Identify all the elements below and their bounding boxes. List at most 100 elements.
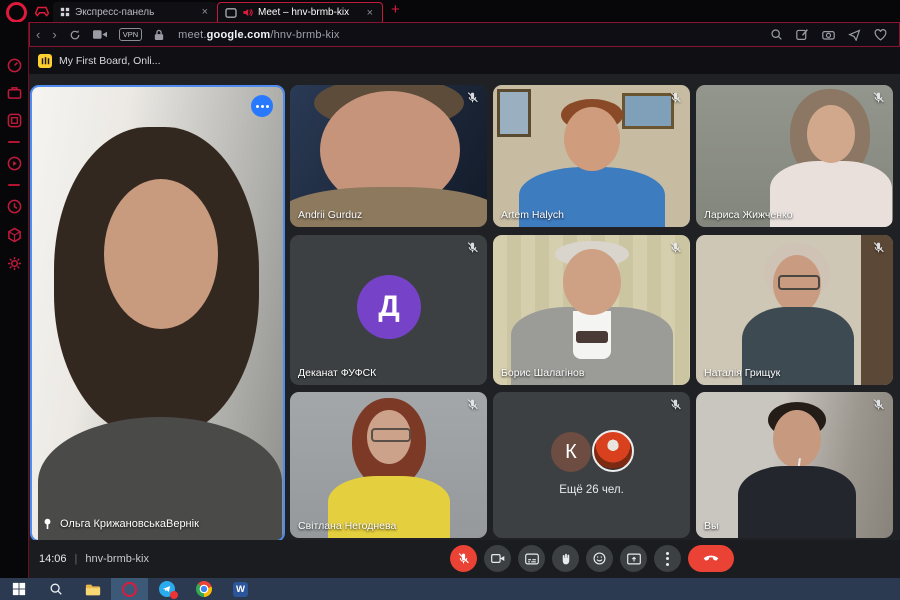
windows-taskbar: W bbox=[0, 578, 900, 600]
more-participants-tile[interactable]: К Ещё 26 чел. bbox=[493, 392, 690, 538]
participant-video bbox=[32, 87, 283, 540]
camera-icon[interactable] bbox=[822, 29, 835, 40]
more-options-button[interactable] bbox=[654, 545, 681, 572]
mic-off-icon bbox=[873, 399, 884, 410]
chrome-taskbar-button[interactable] bbox=[185, 578, 222, 600]
start-button[interactable] bbox=[0, 578, 37, 600]
telegram-taskbar-button[interactable] bbox=[148, 578, 185, 600]
photo-shape bbox=[371, 428, 411, 442]
participant-tile[interactable]: Борис Шалагінов bbox=[493, 235, 690, 385]
participant-name: Світлана Негоднева bbox=[298, 520, 397, 532]
reactions-button[interactable] bbox=[586, 545, 613, 572]
player-icon[interactable] bbox=[7, 156, 22, 171]
camera-icon bbox=[490, 554, 504, 563]
speed-dial-icon[interactable] bbox=[7, 58, 22, 73]
tab-meet[interactable]: Meet – hnv-brmb-kix × bbox=[217, 2, 383, 22]
opera-taskbar-button[interactable] bbox=[111, 578, 148, 600]
participant-tile[interactable]: Andrii Gurduz bbox=[290, 85, 487, 227]
captions-button[interactable] bbox=[518, 545, 545, 572]
participant-video bbox=[696, 392, 893, 538]
miro-icon bbox=[38, 53, 52, 68]
raise-hand-button[interactable] bbox=[552, 545, 579, 572]
lock-icon[interactable] bbox=[148, 29, 170, 41]
photo-shape bbox=[861, 235, 893, 385]
back-button[interactable]: ‹ bbox=[30, 24, 46, 46]
participant-video bbox=[493, 85, 690, 227]
tab-express-panel[interactable]: Экспресс-панель × bbox=[53, 2, 217, 22]
end-call-button[interactable] bbox=[688, 545, 734, 572]
tab-close-icon[interactable]: × bbox=[365, 7, 375, 19]
taskbar-search-button[interactable] bbox=[37, 578, 74, 600]
participant-video bbox=[696, 85, 893, 227]
meet-page: My First Board, Onli... Ольга Крижановсь… bbox=[29, 47, 900, 578]
tab-close-icon[interactable]: × bbox=[200, 6, 210, 18]
search-icon[interactable] bbox=[770, 28, 783, 41]
mic-off-icon bbox=[467, 242, 478, 253]
camera-toggle-button[interactable] bbox=[484, 545, 511, 572]
file-explorer-button[interactable] bbox=[74, 578, 111, 600]
photo-shape bbox=[576, 331, 608, 343]
word-taskbar-button[interactable]: W bbox=[222, 578, 259, 600]
participant-name: Наталія Грищук bbox=[704, 367, 781, 379]
participant-name: Andrii Gurduz bbox=[298, 209, 363, 221]
camera-permission-icon[interactable] bbox=[87, 29, 113, 40]
present-screen-button[interactable] bbox=[620, 545, 647, 572]
url-text[interactable]: meet.google.com/hnv-brmb-kix bbox=[178, 29, 339, 41]
mic-toggle-button[interactable] bbox=[450, 545, 477, 572]
forward-button[interactable]: › bbox=[46, 24, 62, 46]
toolkit-icon[interactable] bbox=[7, 86, 22, 100]
vpn-badge[interactable]: VPN bbox=[118, 28, 143, 41]
tile-options-button[interactable] bbox=[251, 95, 273, 117]
photo-shape bbox=[622, 93, 674, 129]
present-icon bbox=[626, 553, 641, 564]
meet-control-bar: 14:06 | hnv-brmb-kix bbox=[29, 540, 900, 578]
sidebar-divider bbox=[8, 184, 20, 186]
vertical-dots-icon bbox=[666, 551, 669, 566]
settings-gear-icon[interactable] bbox=[7, 256, 22, 271]
mic-off-icon bbox=[670, 242, 681, 253]
photo-shape bbox=[807, 105, 855, 163]
telegram-icon bbox=[158, 581, 178, 599]
avatar-letter: Д bbox=[357, 275, 421, 339]
meeting-time: 14:06 bbox=[39, 553, 67, 565]
snapshot-icon[interactable] bbox=[796, 28, 809, 41]
participant-tile[interactable]: Світлана Негоднева bbox=[290, 392, 487, 538]
search-icon bbox=[50, 583, 62, 595]
chrome-icon bbox=[195, 581, 212, 597]
send-icon[interactable] bbox=[848, 28, 861, 41]
meeting-code: hnv-brmb-kix bbox=[85, 553, 149, 565]
banner-label: My First Board, Onli... bbox=[59, 54, 161, 67]
miro-banner[interactable]: My First Board, Onli... bbox=[29, 47, 900, 74]
opera-logo-icon[interactable] bbox=[6, 2, 27, 23]
gx-corner-icon[interactable] bbox=[31, 0, 53, 22]
participant-tile[interactable]: Лариса Жижченко bbox=[696, 85, 893, 227]
browser-tab-strip: Экспресс-панель × Meet – hnv-brmb-kix × … bbox=[0, 0, 900, 23]
gx-sidebar bbox=[0, 22, 29, 578]
participant-tile[interactable]: Д Деканат ФУФСК bbox=[290, 235, 487, 385]
heart-icon[interactable] bbox=[874, 28, 887, 41]
participant-video bbox=[696, 235, 893, 385]
photo-shape bbox=[738, 466, 856, 538]
tab-preview-icon bbox=[225, 7, 237, 18]
call-controls bbox=[450, 545, 734, 572]
meeting-info: 14:06 | hnv-brmb-kix bbox=[39, 540, 149, 578]
windows-logo-icon bbox=[12, 582, 25, 596]
smiley-icon bbox=[593, 552, 606, 565]
history-icon[interactable] bbox=[7, 199, 22, 214]
new-tab-button[interactable]: + bbox=[383, 0, 408, 22]
self-tile[interactable]: Вы bbox=[696, 392, 893, 538]
extensions-cube-icon[interactable] bbox=[7, 227, 22, 243]
participant-video bbox=[290, 85, 487, 227]
tab-audio-icon[interactable] bbox=[242, 7, 253, 18]
participant-tile-pinned[interactable]: Ольга КрижановськаВернік bbox=[30, 85, 285, 542]
participant-tile[interactable]: Наталія Грищук bbox=[696, 235, 893, 385]
photo-shape bbox=[564, 107, 620, 171]
reload-button[interactable] bbox=[63, 29, 87, 41]
end-call-icon bbox=[703, 555, 719, 561]
grid-icon bbox=[60, 7, 70, 17]
participant-tile[interactable]: Artem Halych bbox=[493, 85, 690, 227]
tab-label: Экспресс-панель bbox=[75, 6, 155, 18]
address-bar: ‹ › VPN meet.google.com/hnv-brmb-kix bbox=[29, 22, 900, 47]
apps-icon[interactable] bbox=[7, 113, 22, 128]
participant-name: Artem Halych bbox=[501, 209, 565, 221]
